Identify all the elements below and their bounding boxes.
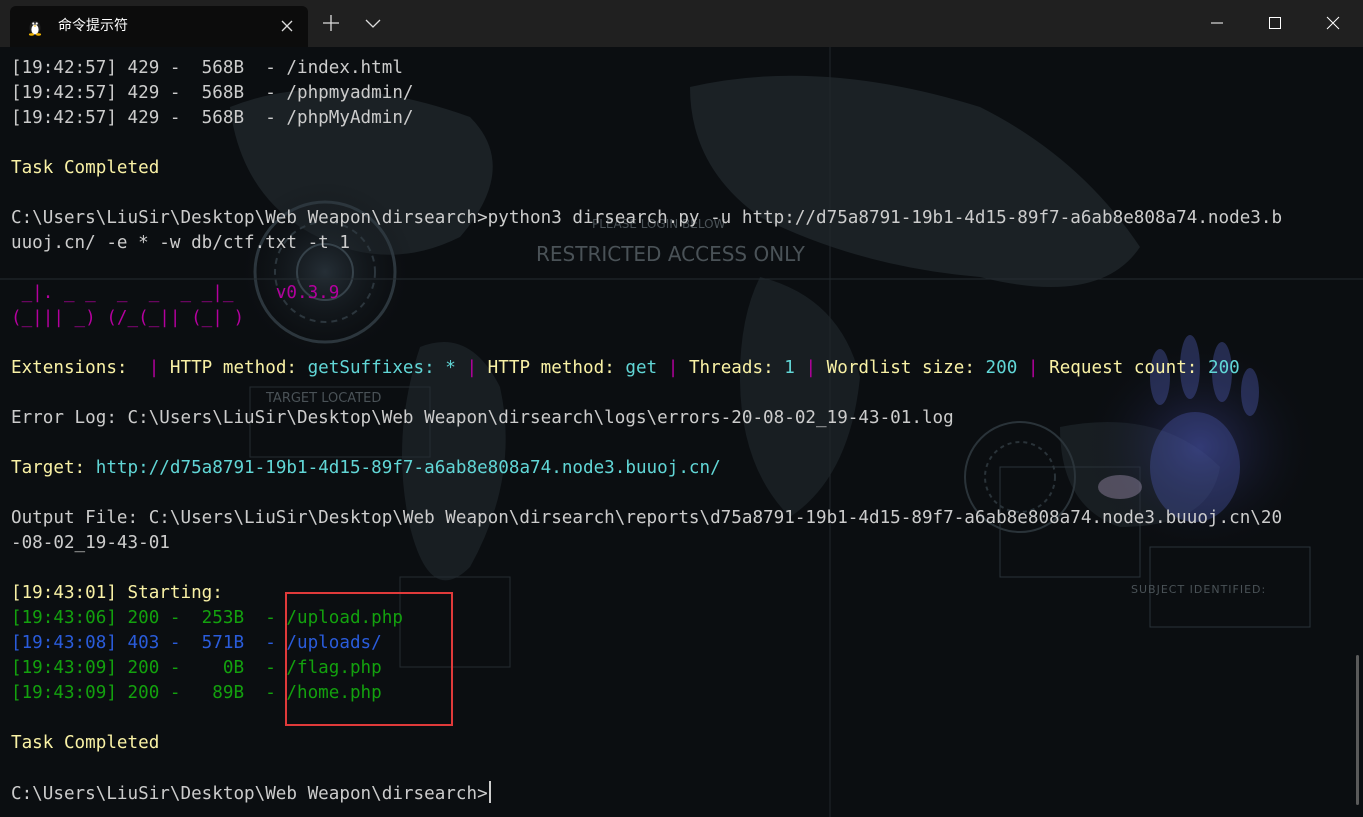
scrollbar[interactable]: [1356, 655, 1359, 805]
terminal-line: uuoj.cn/ -e * -w db/ctf.txt -t 1: [11, 231, 1341, 256]
terminal-text-segment: [19:42:57] 429 - 568B - /phpmyadmin/: [11, 83, 414, 103]
terminal-text-segment: Threads:: [688, 358, 785, 378]
terminal-text-segment: C:\Users\LiuSir\Desktop\Web Weapon\dirse…: [11, 208, 1283, 228]
terminal-line: [19:42:57] 429 - 568B - /phpmyadmin/: [11, 81, 1341, 106]
title-bar[interactable]: 命令提示符: [0, 0, 1363, 47]
highlight-annotation-box: [285, 592, 453, 726]
terminal-text-segment: Task Completed: [11, 733, 160, 753]
terminal-text-segment: Error Log: C:\Users\LiuSir\Desktop\Web W…: [11, 408, 954, 428]
terminal-line: [19:43:09] 200 - 0B - /flag.php: [11, 656, 1341, 681]
terminal-text-segment: Wordlist size:: [826, 358, 986, 378]
minimize-icon: [1211, 22, 1223, 24]
terminal-line: [19:43:01] Starting:: [11, 581, 1341, 606]
plus-icon[interactable]: [318, 10, 344, 36]
terminal-text-segment: http://d75a8791-19b1-4d15-89f7-a6ab8e808…: [95, 458, 721, 478]
terminal-line: [19:43:08] 403 - 571B - /uploads/: [11, 631, 1341, 656]
terminal-text-segment: C:\Users\LiuSir\Desktop\Web Weapon\dirse…: [11, 784, 488, 804]
terminal-text-segment: |: [138, 358, 170, 378]
terminal-text-segment: HTTP method:: [487, 358, 626, 378]
terminal-window: 命令提示符 PLEASE LOGIN BELOW RESTRICTED ACCE…: [0, 0, 1363, 817]
terminal-text-segment: 1: [784, 358, 795, 378]
terminal-line: C:\Users\LiuSir\Desktop\Web Weapon\dirse…: [11, 206, 1341, 231]
terminal-text-segment: [19:42:57] 429 - 568B - /phpMyAdmin/: [11, 108, 414, 128]
terminal-line: [19:43:06] 200 - 253B - /upload.php: [11, 606, 1341, 631]
close-window-button[interactable]: [1304, 0, 1362, 47]
terminal-text-segment: Extensions:: [11, 358, 139, 378]
terminal-line: (_||| _) (/_(_|| (_| ): [11, 306, 1341, 331]
terminal-line: [19:42:57] 429 - 568B - /index.html: [11, 56, 1341, 81]
terminal-line: Error Log: C:\Users\LiuSir\Desktop\Web W…: [11, 406, 1341, 431]
terminal-line: _|. _ _ _ _ _ _|_ v0.3.9: [11, 281, 1341, 306]
chevron-down-icon[interactable]: [360, 10, 386, 36]
terminal-area[interactable]: PLEASE LOGIN BELOW RESTRICTED ACCESS ONL…: [0, 47, 1363, 817]
terminal-text-segment: Output File: C:\Users\LiuSir\Desktop\Web…: [11, 508, 1283, 528]
terminal-line: [19:43:09] 200 - 89B - /home.php: [11, 681, 1341, 706]
maximize-icon: [1269, 17, 1281, 29]
terminal-text-segment: Request count:: [1049, 358, 1208, 378]
terminal-text-segment: get: [625, 358, 658, 378]
terminal-text-segment: -08-02_19-43-01: [11, 533, 170, 553]
terminal-text-segment: |: [455, 358, 488, 378]
terminal-line: Task Completed: [11, 731, 1341, 756]
text-cursor: [488, 781, 491, 803]
terminal-output: [19:42:57] 429 - 568B - /index.html [19:4…: [11, 56, 1341, 806]
terminal-text-segment: |: [794, 358, 827, 378]
terminal-line: Extensions: | HTTP method: getSuffixes: …: [11, 356, 1341, 381]
terminal-text-segment: |: [1017, 358, 1050, 378]
terminal-line: C:\Users\LiuSir\Desktop\Web Weapon\dirse…: [11, 781, 1341, 806]
terminal-text-segment: |: [657, 358, 689, 378]
terminal-text-segment: _|. _ _ _ _ _ _|_ v0.3.9: [11, 283, 340, 303]
terminal-line: Task Completed: [11, 156, 1341, 181]
terminal-text-segment: uuoj.cn/ -e * -w db/ctf.txt -t 1: [11, 233, 350, 253]
terminal-text-segment: [19:43:01] Starting:: [11, 583, 223, 603]
terminal-text-segment: 200: [985, 358, 1018, 378]
terminal-text-segment: getSuffixes: *: [307, 358, 456, 378]
terminal-text-segment: HTTP method:: [169, 358, 308, 378]
close-icon[interactable]: [278, 17, 296, 35]
terminal-text-segment: 200: [1208, 358, 1240, 378]
tab-title: 命令提示符: [58, 18, 128, 34]
terminal-text-segment: [19:42:57] 429 - 568B - /index.html: [11, 58, 403, 78]
terminal-text-segment: Target:: [11, 458, 96, 478]
terminal-line: Output File: C:\Users\LiuSir\Desktop\Web…: [11, 506, 1341, 531]
terminal-text-segment: Task Completed: [11, 158, 160, 178]
linux-penguin-icon: [26, 18, 44, 36]
maximize-button[interactable]: [1246, 0, 1304, 47]
terminal-text-segment: (_||| _) (/_(_|| (_| ): [11, 308, 245, 328]
close-icon: [1326, 16, 1340, 30]
tab-command-prompt[interactable]: 命令提示符: [10, 6, 308, 47]
terminal-line: Target: http://d75a8791-19b1-4d15-89f7-a…: [11, 456, 1341, 481]
minimize-button[interactable]: [1188, 0, 1246, 47]
terminal-line: [19:42:57] 429 - 568B - /phpMyAdmin/: [11, 106, 1341, 131]
terminal-line: -08-02_19-43-01: [11, 531, 1341, 556]
